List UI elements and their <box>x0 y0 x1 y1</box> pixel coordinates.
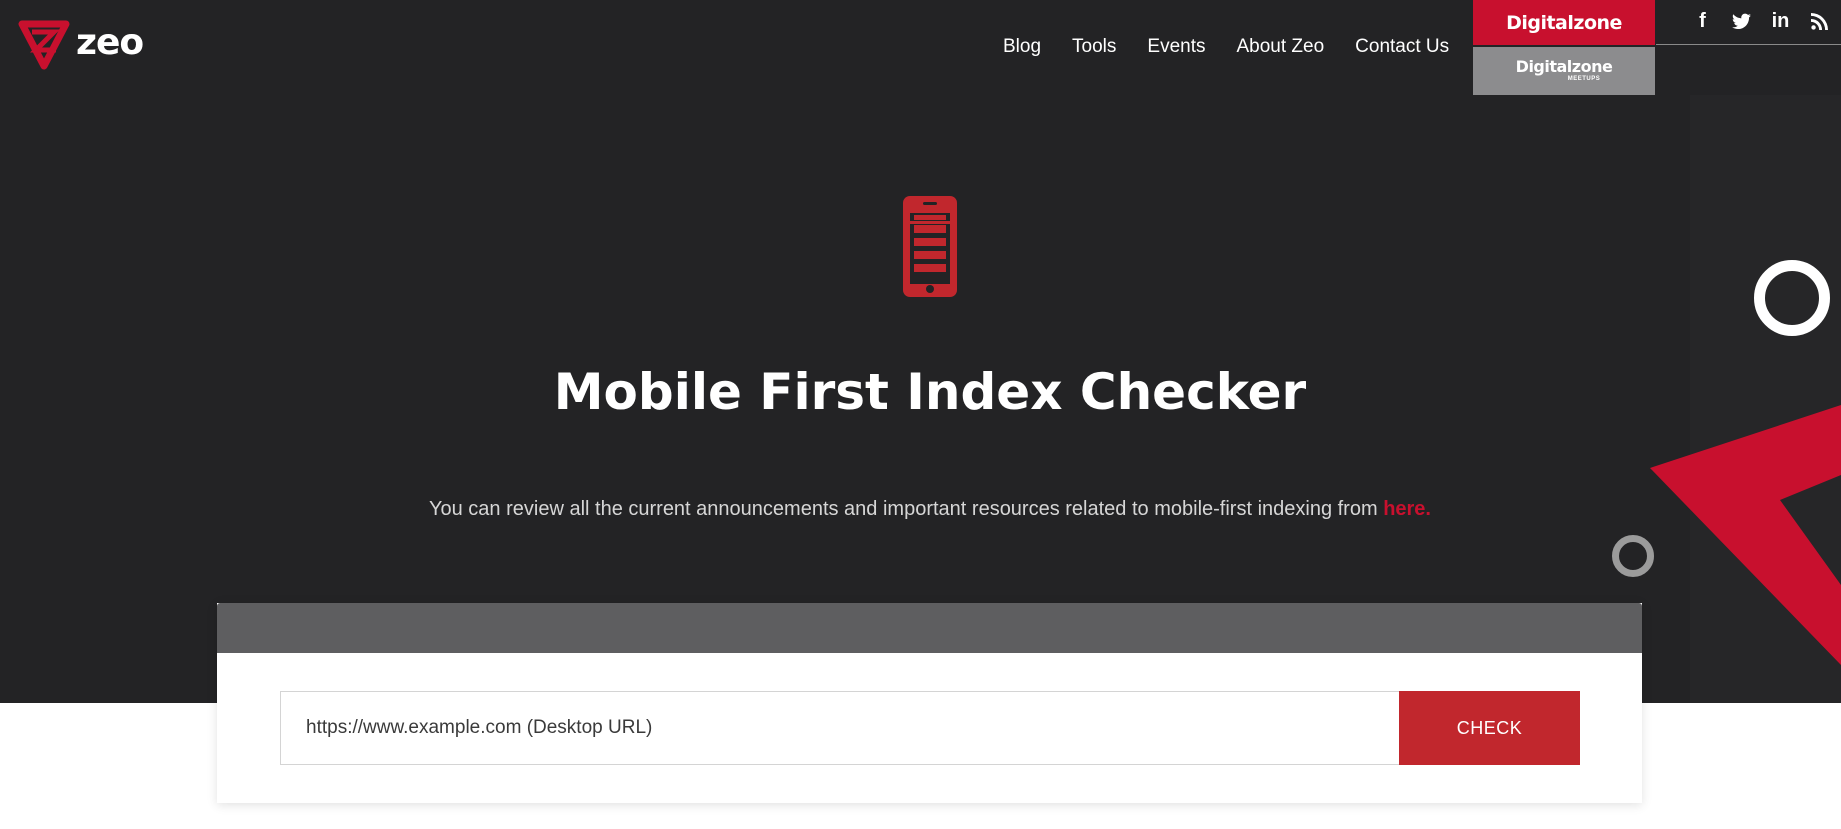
digitalzone-meetups-link[interactable]: Digitalzone MEETUPS <box>1473 47 1655 95</box>
digitalzone-link[interactable]: Digitalzone <box>1473 0 1655 45</box>
hero-description-text: You can review all the current announcem… <box>428 498 1384 520</box>
nav-events[interactable]: Events <box>1147 36 1205 58</box>
site-header: zeo Blog Tools Events About Zeo Contact … <box>0 0 1841 95</box>
zeo-logo-icon <box>18 20 70 70</box>
main-nav: Blog Tools Events About Zeo Contact Us <box>1003 36 1449 58</box>
facebook-icon[interactable]: f <box>1693 10 1712 32</box>
mobile-phone-icon <box>903 196 957 297</box>
twitter-icon[interactable] <box>1732 10 1751 32</box>
social-divider <box>1656 44 1841 45</box>
hero-description: You can review all the current announcem… <box>0 498 1841 521</box>
decorative-triangle <box>1650 405 1841 665</box>
nav-contact-us[interactable]: Contact Us <box>1355 36 1449 58</box>
nav-tools[interactable]: Tools <box>1072 36 1116 58</box>
zeo-logo[interactable]: zeo <box>18 18 144 70</box>
logo-text: zeo <box>76 21 144 63</box>
nav-blog[interactable]: Blog <box>1003 36 1041 58</box>
rss-icon[interactable] <box>1810 10 1829 32</box>
nav-about-zeo[interactable]: About Zeo <box>1236 36 1324 58</box>
checker-card-header <box>217 603 1642 653</box>
social-links: f in <box>1693 10 1829 32</box>
decorative-white-ring <box>1754 260 1830 336</box>
decorative-grey-ring <box>1612 535 1654 577</box>
check-button[interactable]: CHECK <box>1399 691 1580 765</box>
digitalzone-meetups-sub: MEETUPS <box>1567 76 1601 82</box>
here-link[interactable]: here. <box>1383 498 1431 520</box>
digitalzone-meetups-label: Digitalzone <box>1515 57 1613 76</box>
url-input[interactable] <box>280 691 1400 765</box>
page-title: Mobile First Index Checker <box>553 363 1307 421</box>
page: zeo Blog Tools Events About Zeo Contact … <box>0 0 1841 829</box>
linkedin-icon[interactable]: in <box>1771 10 1790 32</box>
checker-card: CHECK <box>217 603 1642 803</box>
